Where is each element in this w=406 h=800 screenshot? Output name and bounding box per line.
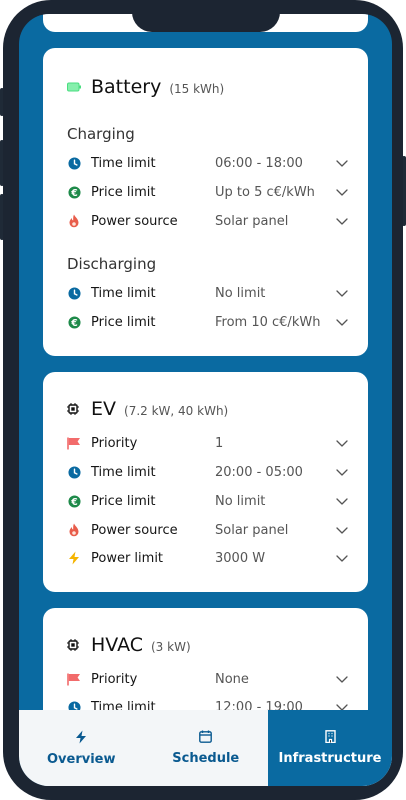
battery-header: Battery (15 kWh) — [67, 76, 224, 98]
chevron-down-icon[interactable] — [335, 315, 349, 329]
row-label: Price limit — [91, 314, 156, 330]
row-value: No limit — [215, 493, 266, 509]
phone: Battery (15 kWh) Charging Time limit 06:… — [0, 0, 406, 800]
row-label: Power source — [91, 213, 178, 229]
discharging-heading: Discharging — [67, 255, 157, 273]
bottom-nav: Overview Schedule Infrastructure — [19, 710, 392, 786]
charging-time-limit-row[interactable]: Time limit 06:00 - 18:00 — [67, 151, 349, 175]
ev-priority-row[interactable]: Priority 1 — [67, 431, 349, 455]
charging-heading: Charging — [67, 125, 135, 143]
building-icon — [324, 730, 336, 743]
ev-title: EV — [91, 398, 117, 420]
nav-infrastructure-label: Infrastructure — [278, 751, 382, 766]
row-value: Up to 5 c€/kWh — [215, 184, 315, 200]
chevron-down-icon[interactable] — [335, 156, 349, 170]
row-label: Power limit — [91, 550, 164, 566]
row-value: 1 — [215, 435, 224, 451]
notch — [132, 0, 280, 32]
charging-power-source-row[interactable]: Power source Solar panel — [67, 209, 349, 233]
flag-icon — [67, 672, 81, 686]
ev-time-limit-row[interactable]: Time limit 20:00 - 05:00 — [67, 460, 349, 484]
row-value: From 10 c€/kWh — [215, 314, 321, 330]
euro-icon: € — [67, 315, 81, 329]
row-label: Power source — [91, 522, 178, 538]
flame-icon — [67, 214, 81, 228]
clock-icon — [67, 286, 81, 300]
hvac-subtitle: (3 kW) — [151, 640, 191, 654]
row-label: Time limit — [91, 464, 156, 480]
euro-icon: € — [67, 494, 81, 508]
discharging-time-limit-row[interactable]: Time limit No limit — [67, 281, 349, 305]
nav-overview-label: Overview — [46, 751, 116, 767]
row-value: 20:00 - 05:00 — [215, 464, 303, 480]
ev-power-limit-row[interactable]: Power limit 3000 W — [67, 546, 349, 570]
row-value: No limit — [215, 285, 266, 301]
row-value: 3000 W — [215, 550, 266, 566]
svg-text:€: € — [70, 496, 77, 507]
nav-schedule[interactable]: Schedule — [144, 710, 269, 786]
euro-icon: € — [67, 185, 81, 199]
chevron-down-icon[interactable] — [335, 523, 349, 537]
clock-icon — [67, 465, 81, 479]
phone-frame: Battery (15 kWh) Charging Time limit 06:… — [3, 0, 403, 800]
row-value: 06:00 - 18:00 — [215, 155, 303, 171]
chevron-down-icon[interactable] — [335, 494, 349, 508]
ev-subtitle: (7.2 kW, 40 kWh) — [124, 404, 229, 418]
battery-card: Battery (15 kWh) Charging Time limit 06:… — [43, 48, 368, 356]
calendar-icon — [199, 730, 213, 743]
ev-power-source-row[interactable]: Power source Solar panel — [67, 518, 349, 542]
nav-infrastructure[interactable]: Infrastructure — [268, 710, 392, 786]
row-value: None — [215, 671, 249, 687]
row-label: Price limit — [91, 493, 156, 509]
discharging-price-limit-row[interactable]: € Price limit From 10 c€/kWh — [67, 310, 349, 334]
bolt-icon — [76, 730, 87, 743]
flag-icon — [67, 436, 81, 450]
row-label: Priority — [91, 671, 138, 687]
svg-text:€: € — [70, 187, 77, 198]
battery-icon — [67, 82, 81, 92]
chip-icon — [67, 403, 79, 415]
chevron-down-icon[interactable] — [335, 551, 349, 565]
chip-icon — [67, 639, 79, 651]
row-value: Solar panel — [215, 522, 289, 538]
ev-header: EV (7.2 kW, 40 kWh) — [67, 398, 228, 420]
chevron-down-icon[interactable] — [335, 286, 349, 300]
hvac-priority-row[interactable]: Priority None — [67, 667, 349, 691]
chevron-down-icon[interactable] — [335, 436, 349, 450]
svg-text:€: € — [70, 317, 77, 328]
row-label: Price limit — [91, 184, 156, 200]
flame-icon — [67, 523, 81, 537]
hvac-title: HVAC — [91, 634, 143, 656]
chevron-down-icon[interactable] — [335, 185, 349, 199]
clock-icon — [67, 156, 81, 170]
battery-subtitle: (15 kWh) — [169, 82, 225, 96]
screen: Battery (15 kWh) Charging Time limit 06:… — [19, 14, 392, 786]
nav-overview[interactable]: Overview — [19, 710, 144, 786]
ev-card: EV (7.2 kW, 40 kWh) Priority 1 Time limi… — [43, 372, 368, 592]
row-label: Priority — [91, 435, 138, 451]
charging-price-limit-row[interactable]: € Price limit Up to 5 c€/kWh — [67, 180, 349, 204]
row-label: Time limit — [91, 155, 156, 171]
row-label: Time limit — [91, 285, 156, 301]
chevron-down-icon[interactable] — [335, 465, 349, 479]
row-value: Solar panel — [215, 213, 289, 229]
ev-price-limit-row[interactable]: € Price limit No limit — [67, 489, 349, 513]
chevron-down-icon[interactable] — [335, 214, 349, 228]
hvac-header: HVAC (3 kW) — [67, 634, 191, 656]
bolt-icon — [67, 551, 81, 565]
battery-title: Battery — [91, 76, 162, 98]
nav-schedule-label: Schedule — [172, 751, 240, 766]
chevron-down-icon[interactable] — [335, 672, 349, 686]
